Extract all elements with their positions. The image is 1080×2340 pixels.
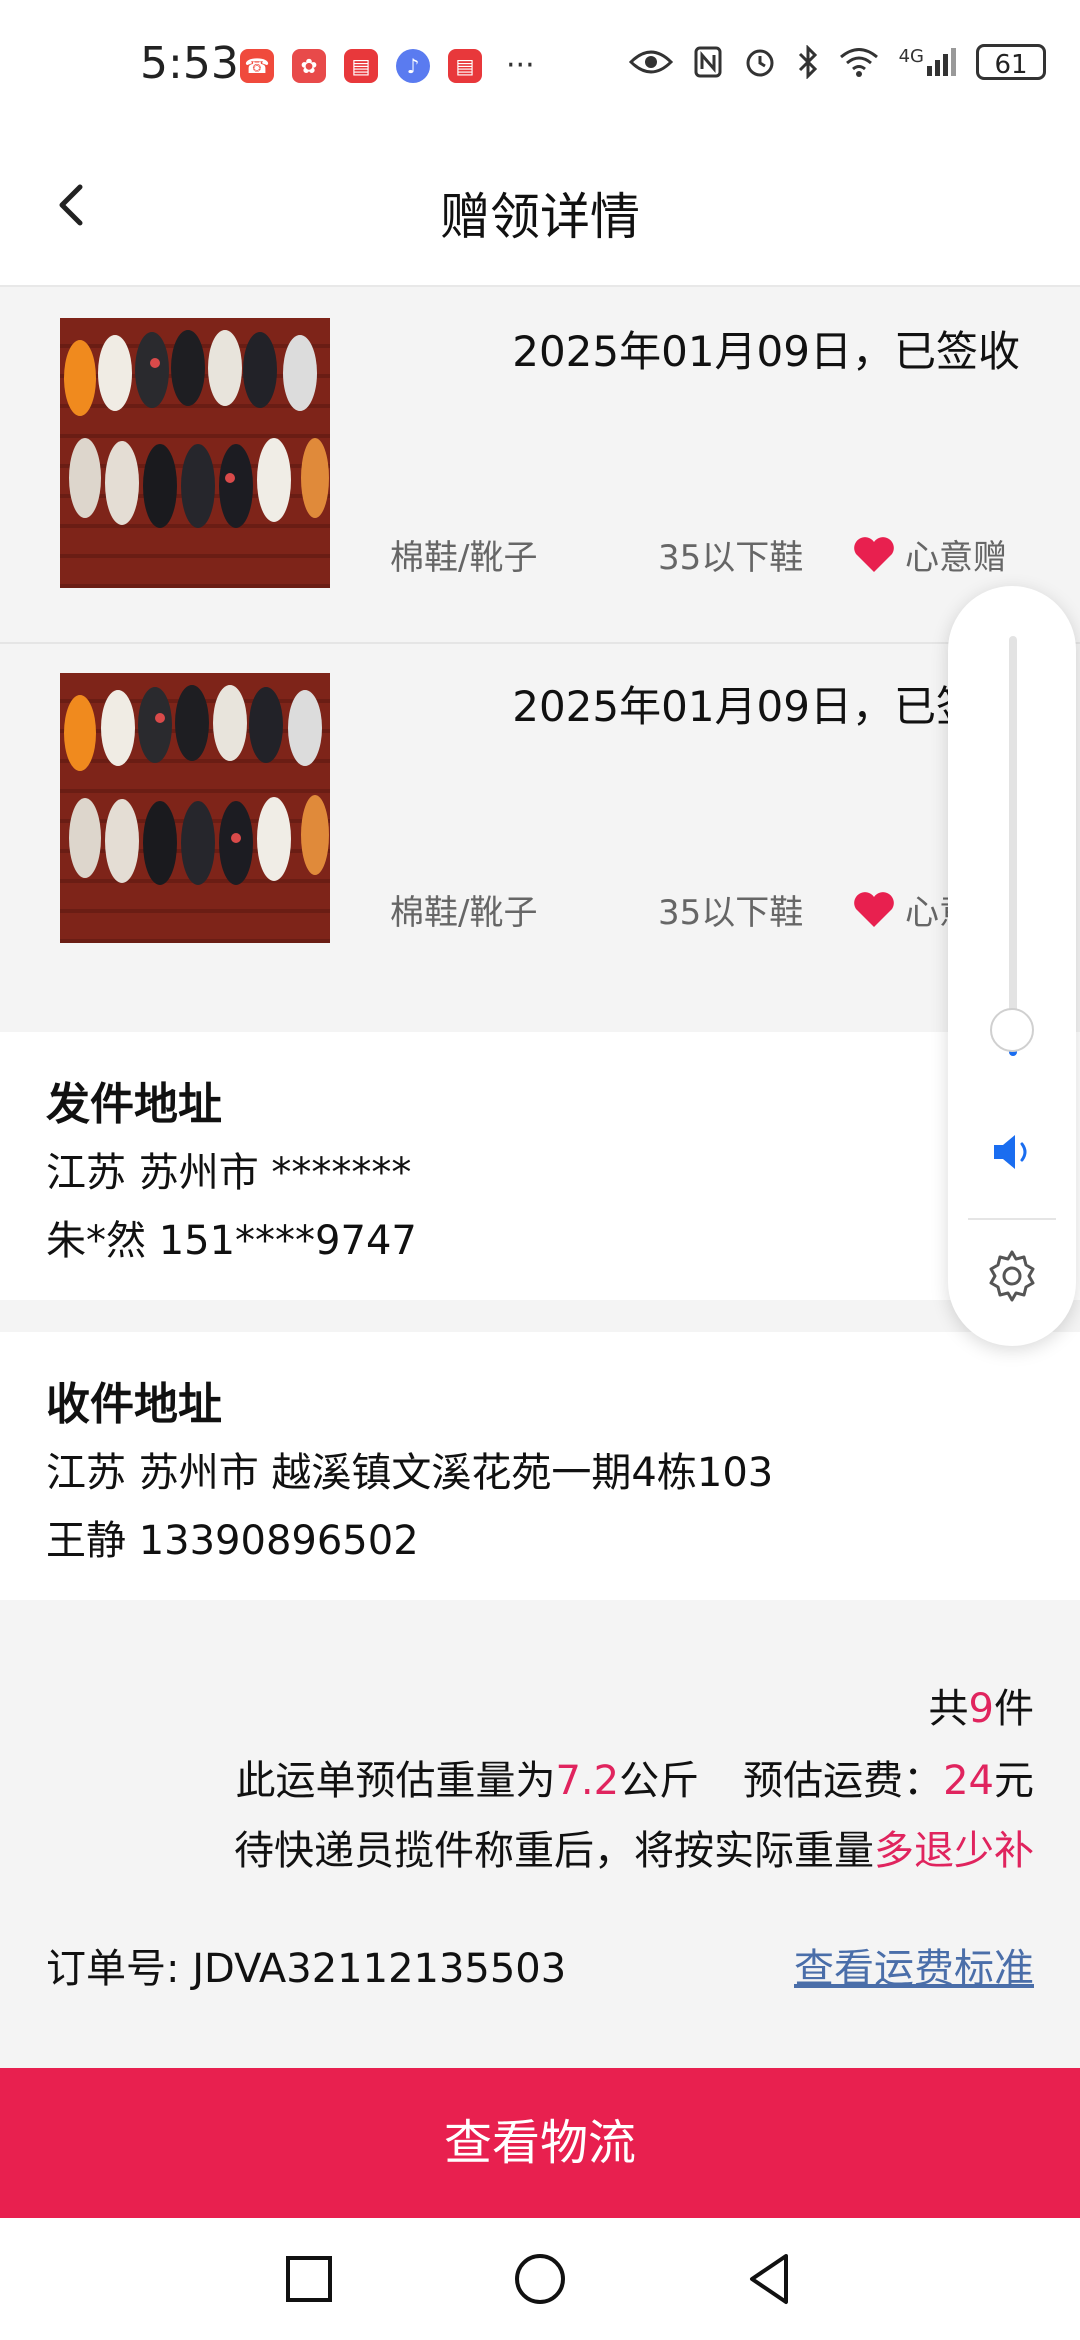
speaker-icon[interactable]: [986, 1126, 1038, 1178]
sender-address-card: 发件地址 江苏 苏州市 ******* 朱*然 151****9747: [0, 1032, 1080, 1300]
shoes-photo: [60, 673, 330, 943]
count-suffix: 件: [994, 1686, 1034, 1732]
volume-slider-handle[interactable]: [990, 1008, 1034, 1053]
sender-title: 发件地址: [46, 1079, 222, 1130]
back-button[interactable]: [738, 2246, 804, 2312]
huawei-app-icon: ✿: [292, 48, 326, 83]
weight-value: 7.2: [555, 1758, 620, 1804]
shipping-summary: 共9件 此运单预估重量为7.2公斤 预估运费：24元 待快递员揽件称重后，将按实际…: [0, 1600, 1080, 2068]
fee-value: 24: [943, 1758, 994, 1804]
sender-contact: 朱*然 151****9747: [46, 1218, 417, 1264]
fee-prefix: 预估运费：: [743, 1758, 944, 1804]
note-prefix: 待快递员揽件称重后，将按实际重量: [234, 1828, 874, 1874]
notification-icons: ☎ ✿ ▤ ♪ ▤ ···: [240, 48, 535, 83]
music-app-icon: ♪: [396, 48, 430, 83]
wifi-icon: [839, 48, 878, 77]
receiver-title: 收件地址: [46, 1379, 222, 1430]
recent-apps-button[interactable]: [276, 2246, 342, 2312]
item-date-status: 2025年01月09日，已签收: [512, 682, 1020, 731]
volume-panel: [948, 586, 1076, 1346]
status-bar: 5:53 ☎ ✿ ▤ ♪ ▤ ··· 4G 61: [0, 0, 1080, 135]
receiver-address: 江苏 苏州市 越溪镇文溪花苑一期4栋103: [46, 1450, 774, 1496]
weight-note: 待快递员揽件称重后，将按实际重量多退少补: [234, 1818, 1034, 1876]
heart-icon: [854, 892, 894, 927]
network-type: 4G: [898, 46, 924, 67]
bluetooth-icon: [798, 45, 817, 79]
nfc-icon: [694, 46, 722, 78]
weight-fee-line: 此运单预估重量为7.2公斤 预估运费：24元: [235, 1748, 1034, 1806]
weight-unit: 公斤: [619, 1758, 700, 1804]
system-nav-bar: [0, 2218, 1080, 2340]
donation-tag: 心意赠: [905, 538, 1007, 578]
item-count: 共9件: [929, 1676, 1034, 1734]
header: 赠领详情: [0, 135, 1080, 287]
eye-comfort-icon: [628, 50, 673, 74]
item-size: 35以下鞋: [658, 538, 804, 578]
order-label: 订单号:: [46, 1946, 180, 1992]
signal-icon: 4G: [899, 48, 956, 76]
item-date-status: 2025年01月09日，已签收: [512, 327, 1020, 376]
gear-icon[interactable]: [982, 1246, 1042, 1306]
page-title: 赠领详情: [440, 188, 640, 246]
donation-item[interactable]: 2025年01月09日，已签收 棉鞋/靴子 35以下鞋 心意赠: [0, 290, 1080, 644]
home-button[interactable]: [507, 2246, 573, 2312]
count-value: 9: [968, 1686, 994, 1732]
item-category: 棉鞋/靴子: [390, 538, 538, 578]
order-number: 订单号: JDVA32112135503: [46, 1936, 566, 1994]
status-indicators: 4G 61: [628, 44, 1046, 80]
order-value: JDVA32112135503: [192, 1946, 567, 1992]
volume-slider-track[interactable]: [1009, 636, 1017, 1056]
volume-divider: [968, 1218, 1056, 1220]
alarm-icon: [746, 49, 774, 77]
reader-app-icon: ▤: [344, 48, 378, 83]
view-logistics-button[interactable]: 查看物流: [0, 2068, 1080, 2218]
item-size: 35以下鞋: [658, 893, 804, 933]
status-time: 5:53: [140, 38, 239, 89]
receiver-contact: 王静 13390896502: [46, 1518, 419, 1564]
note-highlight: 多退少补: [874, 1828, 1034, 1874]
item-category: 棉鞋/靴子: [390, 893, 538, 933]
fee-unit: 元: [994, 1758, 1034, 1804]
battery-icon: 61: [976, 44, 1046, 80]
reader-app-icon-2: ▤: [448, 48, 482, 83]
shoes-photo: [60, 318, 330, 588]
fee-standard-link[interactable]: 查看运费标准: [794, 1936, 1034, 1994]
heart-icon: [854, 537, 894, 572]
count-prefix: 共: [928, 1686, 969, 1732]
weight-prefix: 此运单预估重量为: [235, 1758, 556, 1804]
receiver-address-card: 收件地址 江苏 苏州市 越溪镇文溪花苑一期4栋103 王静 1339089650…: [0, 1332, 1080, 1600]
phone-app-icon: ☎: [240, 48, 274, 83]
more-notifications-icon: ···: [506, 48, 535, 83]
sender-address: 江苏 苏州市 *******: [46, 1150, 412, 1196]
donation-item[interactable]: 2025年01月09日，已签收 棉鞋/靴子 35以下鞋 心意赠: [0, 645, 1080, 997]
